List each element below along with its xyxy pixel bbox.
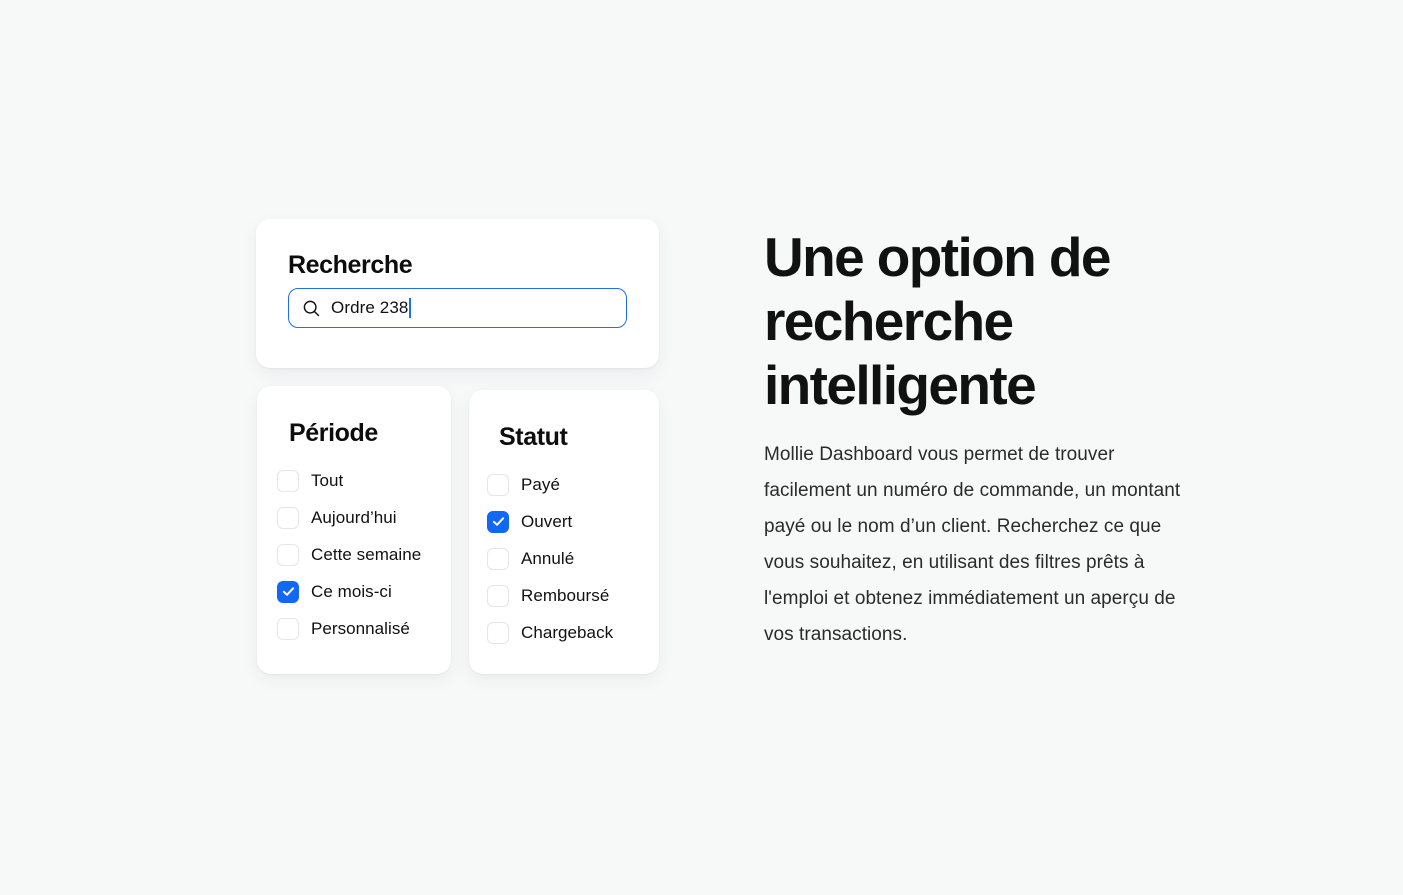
- check-icon: [492, 517, 504, 526]
- status-option-paye[interactable]: Payé: [487, 466, 613, 503]
- period-filter-card: Période Tout Aujourd’hui Cette semaine C…: [257, 386, 451, 674]
- status-option-label: Payé: [521, 474, 560, 494]
- period-option-ce-mois-ci[interactable]: Ce mois-ci: [277, 573, 421, 610]
- status-filter-card: Statut Payé Ouvert Annulé Remboursé Char…: [469, 390, 659, 674]
- period-option-cette-semaine[interactable]: Cette semaine: [277, 536, 421, 573]
- checkbox-cette-semaine[interactable]: [277, 543, 299, 566]
- search-card: Recherche Ordre 238: [256, 219, 659, 368]
- period-option-personnalise[interactable]: Personnalisé: [277, 610, 421, 647]
- status-option-rembourse[interactable]: Remboursé: [487, 577, 613, 614]
- period-option-label: Cette semaine: [311, 544, 422, 564]
- checkbox-annule[interactable]: [487, 547, 509, 570]
- status-option-label: Chargeback: [521, 622, 614, 642]
- page-title: Une option de recherche intelligente: [764, 226, 1111, 416]
- search-input[interactable]: Ordre 238: [288, 288, 627, 328]
- search-card-title: Recherche: [288, 251, 413, 279]
- text-caret: [409, 298, 412, 318]
- status-option-label: Remboursé: [521, 585, 610, 605]
- checkbox-personnalise[interactable]: [277, 617, 299, 640]
- checkbox-chargeback[interactable]: [487, 621, 509, 644]
- checkbox-paye[interactable]: [487, 473, 509, 496]
- period-option-label: Ce mois-ci: [311, 581, 392, 601]
- period-option-label: Aujourd’hui: [311, 507, 397, 527]
- search-input-value: Ordre 238: [331, 298, 409, 317]
- body-paragraph: Mollie Dashboard vous permet de trouver …: [764, 444, 1181, 645]
- status-option-chargeback[interactable]: Chargeback: [487, 614, 613, 651]
- marketing-copy: Une option de recherche intelligente Mol…: [764, 225, 1184, 653]
- period-option-label: Personnalisé: [311, 618, 410, 638]
- status-option-annule[interactable]: Annulé: [487, 540, 613, 577]
- checkbox-rembourse[interactable]: [487, 584, 509, 607]
- status-option-label: Annulé: [521, 548, 575, 568]
- period-card-title: Période: [289, 419, 378, 447]
- status-option-ouvert[interactable]: Ouvert: [487, 503, 613, 540]
- checkbox-ouvert[interactable]: [487, 510, 509, 533]
- checkbox-aujourdhui[interactable]: [277, 506, 299, 529]
- check-icon: [282, 587, 294, 596]
- period-options-list: Tout Aujourd’hui Cette semaine Ce mois-c…: [277, 462, 421, 647]
- checkbox-tout[interactable]: [277, 469, 299, 492]
- status-options-list: Payé Ouvert Annulé Remboursé Chargeback: [487, 466, 613, 651]
- status-card-title: Statut: [499, 423, 568, 451]
- checkbox-ce-mois-ci[interactable]: [277, 580, 299, 603]
- status-option-label: Ouvert: [521, 511, 573, 531]
- search-icon: [303, 300, 320, 316]
- period-option-label: Tout: [311, 470, 344, 490]
- period-option-aujourdhui[interactable]: Aujourd’hui: [277, 499, 421, 536]
- period-option-tout[interactable]: Tout: [277, 462, 421, 499]
- page-root: Recherche Ordre 238 Période Tout Aujourd…: [0, 0, 1403, 895]
